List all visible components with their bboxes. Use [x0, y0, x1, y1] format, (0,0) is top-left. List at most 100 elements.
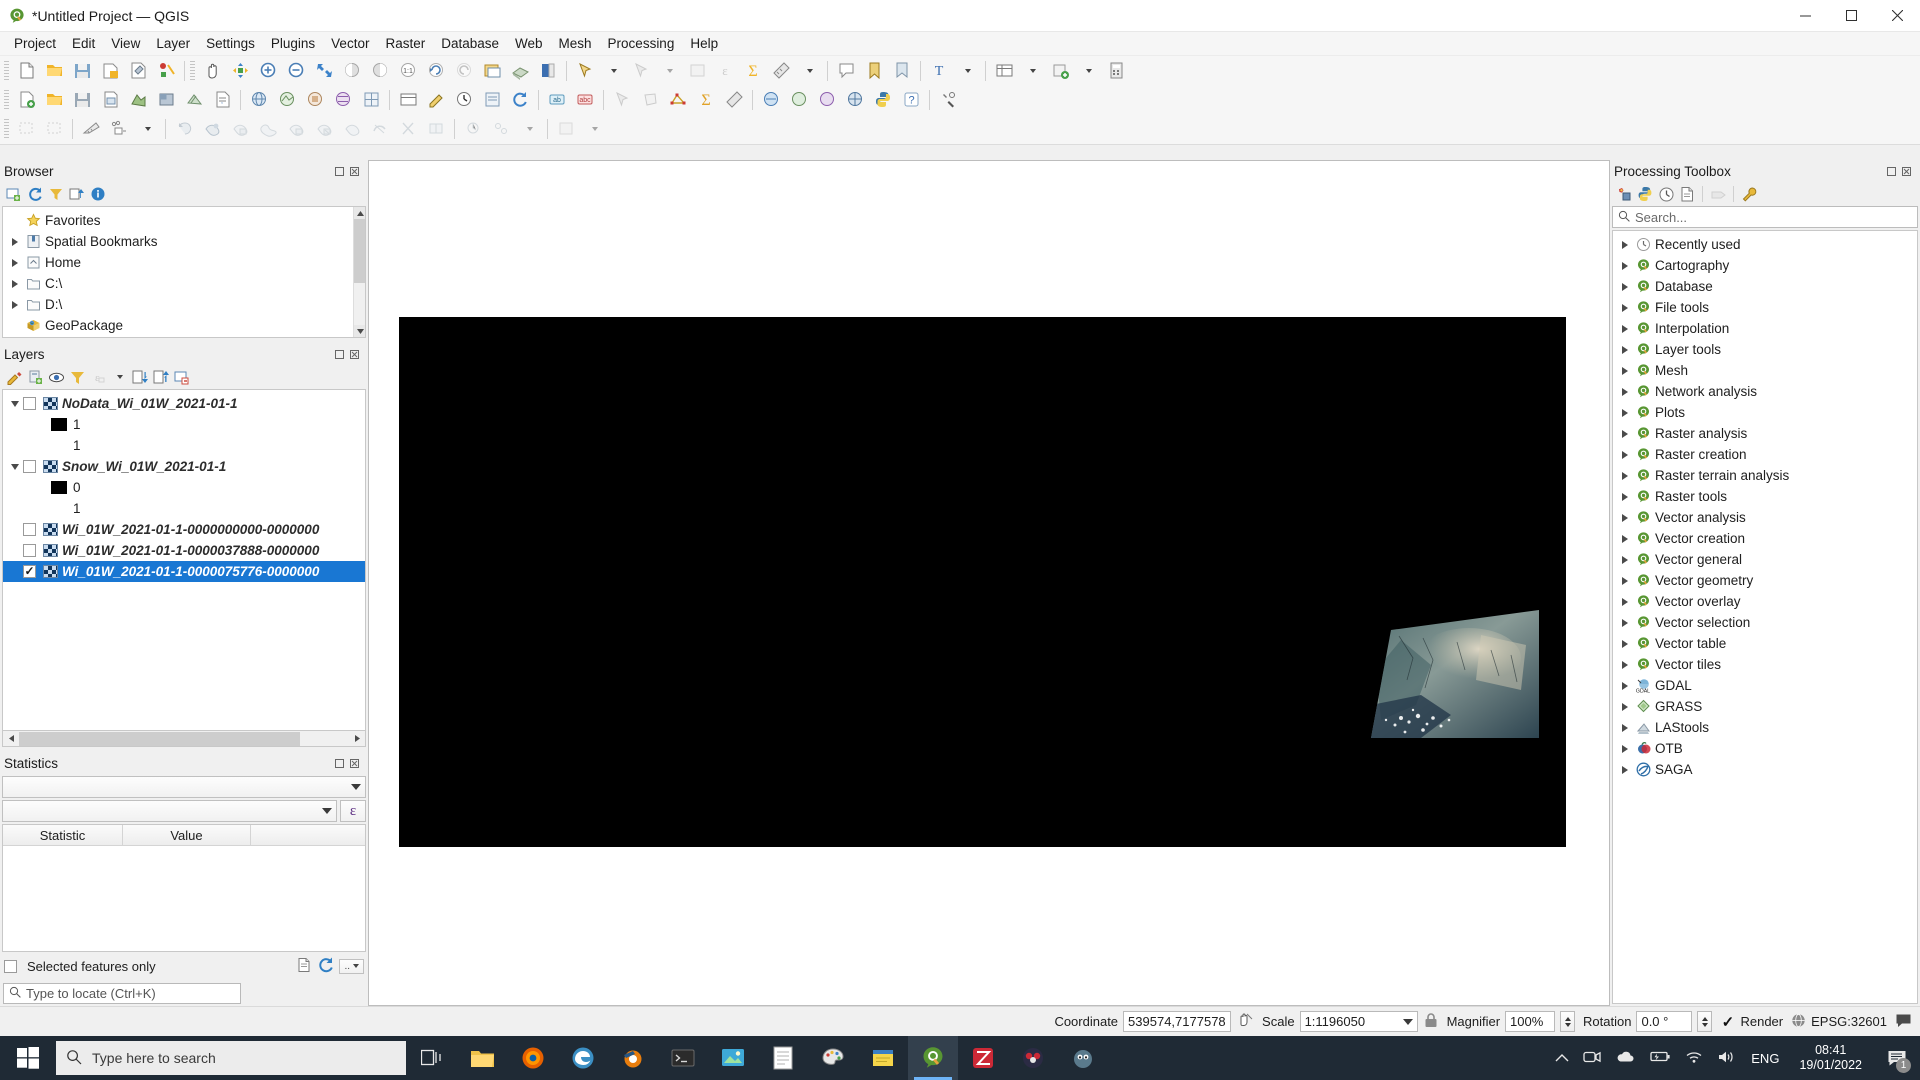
measure-area-button[interactable] — [721, 87, 747, 112]
add-part-button[interactable] — [283, 116, 309, 141]
statistics-panel-close-button[interactable] — [349, 758, 360, 769]
processing-provider-item[interactable]: Vector table — [1613, 633, 1917, 654]
taskbar-app-notepad[interactable] — [758, 1036, 808, 1080]
temporal-controller-button[interactable] — [451, 87, 477, 112]
coordinate-toggle-icon[interactable] — [1236, 1011, 1254, 1032]
menu-edit[interactable]: Edit — [64, 33, 103, 54]
toolbar-grip[interactable] — [4, 89, 9, 110]
scale-combo[interactable]: 1:1196050 — [1299, 1011, 1418, 1032]
expander[interactable] — [7, 463, 23, 470]
processing-provider-item[interactable]: Raster tools — [1613, 486, 1917, 507]
toolbar-grip[interactable] — [4, 60, 9, 81]
taskbar-clock[interactable]: 08:41 19/01/2022 — [1793, 1043, 1868, 1073]
add-postgis-layer-button[interactable] — [97, 87, 123, 112]
manage-map-themes-icon[interactable] — [46, 367, 66, 387]
processing-panel-close-button[interactable] — [1901, 166, 1912, 177]
history-icon[interactable] — [1656, 184, 1676, 204]
selected-features-only-checkbox[interactable] — [4, 959, 17, 973]
processing-provider-item[interactable]: Database — [1613, 276, 1917, 297]
refresh-icon[interactable] — [25, 184, 45, 204]
help-contents-button[interactable]: ? — [898, 87, 924, 112]
processing-provider-item[interactable]: Vector selection — [1613, 612, 1917, 633]
processing-provider-item[interactable]: GDAL GDAL — [1613, 675, 1917, 696]
expander[interactable] — [1617, 387, 1633, 396]
statistical-summary-row2-button[interactable]: Σ — [693, 87, 719, 112]
menu-layer[interactable]: Layer — [148, 33, 198, 54]
expander[interactable] — [1617, 261, 1633, 270]
expander[interactable] — [1617, 450, 1633, 459]
refresh-icon[interactable] — [317, 956, 334, 976]
statistics-field-select[interactable] — [2, 800, 337, 822]
close-button[interactable] — [1874, 0, 1920, 32]
menu-vector[interactable]: Vector — [323, 33, 377, 54]
processing-provider-item[interactable]: SAGA — [1613, 759, 1917, 780]
taskbar-app-paint[interactable] — [808, 1036, 858, 1080]
label-layer-button[interactable]: ab — [544, 87, 570, 112]
expander[interactable] — [1617, 555, 1633, 564]
taskbar-app-sticky-notes[interactable] — [858, 1036, 908, 1080]
expander[interactable] — [1617, 324, 1633, 333]
menu-plugins[interactable]: Plugins — [263, 33, 323, 54]
layer-item-nodata[interactable]: NoData_Wi_01W_2021-01-1 — [3, 393, 365, 414]
new-project-button[interactable] — [13, 58, 39, 83]
menu-web[interactable]: Web — [507, 33, 551, 54]
options-wrench-icon[interactable] — [1739, 184, 1759, 204]
battery-charging-icon[interactable] — [1649, 1050, 1671, 1066]
processing-providers-tree[interactable]: Recently used Cartography Database File too… — [1612, 230, 1918, 1004]
vertex-tool-button[interactable] — [665, 87, 691, 112]
taskbar-app-edge[interactable] — [558, 1036, 608, 1080]
add-vector-layer-button[interactable] — [125, 87, 151, 112]
processing-panel-float-button[interactable] — [1886, 166, 1897, 177]
add-wfs-layer-button[interactable] — [274, 87, 300, 112]
scroll-thumb[interactable] — [19, 731, 300, 746]
add-vector-tile-layer-button[interactable] — [358, 87, 384, 112]
expander[interactable] — [7, 258, 23, 267]
python-scripts-icon[interactable] — [1635, 184, 1655, 204]
layer-item-tile-0000000000[interactable]: Wi_01W_2021-01-1-0000000000-0000000 — [3, 519, 365, 540]
browser-item-home[interactable]: Home — [3, 252, 365, 273]
expander[interactable] — [7, 400, 23, 407]
simplify-feature-button[interactable] — [199, 116, 225, 141]
options-menu-icon[interactable]: .. — [339, 958, 364, 974]
taskbar-app-terminal[interactable] — [658, 1036, 708, 1080]
layers-filter-dropdown-arrow[interactable] — [109, 367, 129, 387]
layer-visibility-checkbox[interactable] — [23, 460, 36, 473]
identify-features-button[interactable] — [535, 58, 561, 83]
add-wms-layer-button[interactable] — [246, 87, 272, 112]
zoom-next-button[interactable] — [451, 58, 477, 83]
offset-curve-button[interactable] — [106, 116, 132, 141]
statistical-summary-button[interactable]: Σ — [740, 58, 766, 83]
browser-item-c-drive[interactable]: C:\ — [3, 273, 365, 294]
toolbar-grip[interactable] — [4, 118, 9, 139]
copy-to-clipboard-icon[interactable] — [296, 957, 312, 976]
deselect-features-button[interactable] — [628, 58, 654, 83]
processing-provider-item[interactable]: OTB — [1613, 738, 1917, 759]
expander[interactable] — [7, 279, 23, 288]
processing-provider-item[interactable]: Raster creation — [1613, 444, 1917, 465]
filter-icon[interactable] — [46, 184, 66, 204]
expander[interactable] — [1617, 408, 1633, 417]
volume-icon[interactable] — [1717, 1050, 1737, 1067]
save-project-as-button[interactable] — [97, 58, 123, 83]
zoom-out-button[interactable] — [283, 58, 309, 83]
layer-visibility-checkbox[interactable] — [23, 544, 36, 557]
taskbar-app-firefox[interactable] — [508, 1036, 558, 1080]
layer-item-tile-0000075776[interactable]: ✓ Wi_01W_2021-01-1-0000075776-0000000 — [3, 561, 365, 582]
add-delimited-text-layer-button[interactable]: , — [209, 87, 235, 112]
task-view-icon[interactable] — [406, 1036, 458, 1080]
modify-attributes-dropdown-arrow[interactable] — [581, 116, 607, 141]
processing-provider-item[interactable]: Vector creation — [1613, 528, 1917, 549]
statistics-layer-select[interactable] — [2, 776, 366, 798]
collapse-all-icon[interactable] — [151, 367, 171, 387]
browser-tree[interactable]: Favorites Spatial Bookmarks Home C:\ D:\… — [2, 206, 366, 338]
add-xyz-layer-button[interactable] — [330, 87, 356, 112]
expander[interactable] — [1617, 492, 1633, 501]
scroll-thumb[interactable] — [354, 219, 365, 283]
toggle-editing-button[interactable] — [423, 87, 449, 112]
menu-processing[interactable]: Processing — [600, 33, 683, 54]
add-feature-button[interactable] — [1047, 58, 1073, 83]
zoom-to-selection-button[interactable] — [339, 58, 365, 83]
delete-ring-button[interactable] — [311, 116, 337, 141]
expander[interactable] — [1617, 534, 1633, 543]
python-console-plugin-button[interactable] — [758, 87, 784, 112]
